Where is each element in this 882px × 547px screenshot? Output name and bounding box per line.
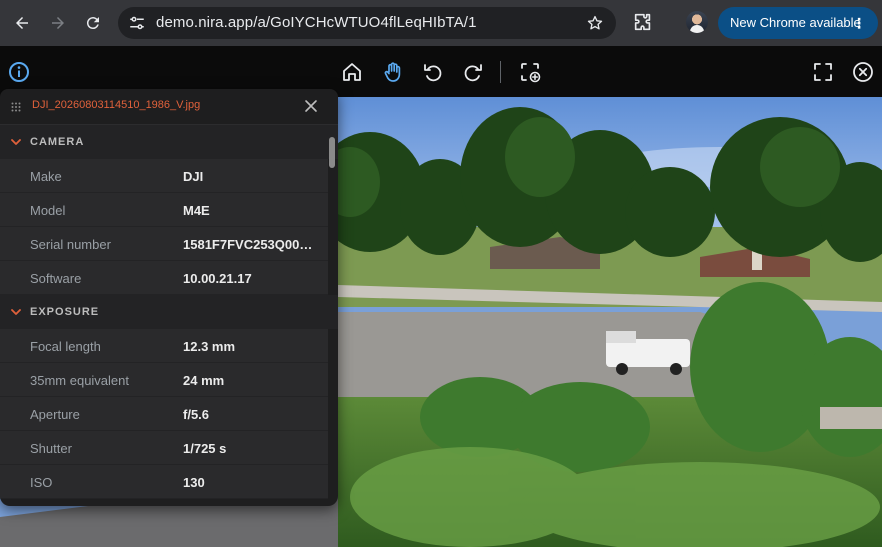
home-button[interactable] — [338, 58, 366, 86]
arrow-left-icon — [16, 17, 28, 29]
puzzle-icon[interactable] — [632, 11, 654, 33]
home-icon — [343, 63, 361, 81]
chevron-down-icon — [11, 309, 21, 315]
panel-scrollbar[interactable] — [329, 137, 335, 168]
close-circle-icon — [853, 62, 873, 82]
panel-header: DJI_20260803114510_1986_V.jpg — [0, 89, 338, 125]
info-key: 35mm equivalent — [30, 373, 129, 388]
back-button[interactable] — [8, 9, 36, 37]
info-row-make: Make DJI — [0, 159, 328, 193]
add-frame-button[interactable] — [516, 58, 544, 86]
new-chrome-label: New Chrome available — [730, 15, 861, 30]
info-icon — [9, 62, 29, 82]
arrow-right-icon — [52, 17, 64, 29]
pan-tool-button[interactable] — [379, 58, 407, 86]
redo-icon — [464, 64, 482, 82]
info-key: Shutter — [30, 441, 72, 456]
info-row-model: Model M4E — [0, 193, 328, 227]
fullscreen-icon — [814, 63, 832, 81]
info-row-serial-number: Serial number 1581F7FVC253Q00D... — [0, 227, 328, 261]
chevron-down-icon — [11, 139, 21, 145]
info-row-35mm-equivalent: 35mm equivalent 24 mm — [0, 363, 328, 397]
panel-scroll-area[interactable]: CAMERA Make DJI Model M4E Serial number 158… — [0, 125, 338, 506]
reload-button[interactable] — [79, 9, 107, 37]
info-row-focal-length: Focal length 12.3 mm — [0, 329, 328, 363]
info-key: ISO — [30, 475, 53, 490]
add-frame-icon — [521, 63, 541, 83]
info-row-iso: ISO 130 — [0, 465, 328, 499]
info-key: Focal length — [30, 339, 101, 354]
browser-toolbar: demo.nira.app/a/GoIYCHcWTUO4flLeqHIbTA/1… — [0, 0, 882, 46]
url-text[interactable]: demo.nira.app/a/GoIYCHcWTUO4flLeqHIbTA/1 — [156, 14, 477, 31]
undo-button[interactable] — [419, 58, 447, 86]
section-title: EXPOSURE — [30, 306, 100, 318]
section-camera-header[interactable]: CAMERA — [0, 125, 338, 159]
info-value: 130 — [183, 475, 205, 490]
close-icon[interactable] — [303, 98, 319, 114]
info-key: Software — [30, 271, 82, 286]
image-info-panel: DJI_20260803114510_1986_V.jpg CAMERA Mak… — [0, 89, 338, 506]
info-value: f/5.6 — [183, 407, 210, 422]
info-key: Aperture — [30, 407, 80, 422]
kebab-menu-icon[interactable]: ⋮ — [852, 7, 866, 39]
info-key: Serial number — [30, 237, 111, 252]
info-row-software: Software 10.00.21.17 — [0, 261, 328, 295]
info-value: 10.00.21.17 — [183, 271, 252, 286]
info-value: 1/725 s — [183, 441, 227, 456]
toolbar-divider — [500, 61, 501, 83]
info-value: M4E — [183, 203, 210, 218]
new-chrome-available-button[interactable]: New Chrome available ⋮ — [718, 7, 878, 39]
address-bar[interactable]: demo.nira.app/a/GoIYCHcWTUO4flLeqHIbTA/1 — [118, 7, 616, 39]
forward-button[interactable] — [44, 9, 72, 37]
info-key: Model — [30, 203, 66, 218]
fullscreen-button[interactable] — [809, 58, 837, 86]
reload-icon — [86, 17, 99, 30]
section-title: CAMERA — [30, 136, 85, 148]
tune-icon[interactable] — [128, 14, 146, 32]
info-value: 24 mm — [183, 373, 225, 388]
drag-handle-icon[interactable] — [11, 102, 21, 112]
info-row-aperture: Aperture f/5.6 — [0, 397, 328, 431]
info-button[interactable] — [5, 58, 33, 86]
undo-icon — [424, 64, 442, 82]
info-value: 1581F7FVC253Q00D... — [183, 237, 319, 252]
file-name: DJI_20260803114510_1986_V.jpg — [32, 99, 201, 111]
profile-avatar[interactable] — [686, 11, 708, 33]
info-key: Make — [30, 169, 62, 184]
info-row-shutter: Shutter 1/725 s — [0, 431, 328, 465]
info-value: DJI — [183, 169, 204, 184]
close-viewer-button[interactable] — [849, 58, 877, 86]
redo-button[interactable] — [459, 58, 487, 86]
section-exposure-header[interactable]: EXPOSURE — [0, 295, 338, 329]
info-value: 12.3 mm — [183, 339, 236, 354]
star-icon[interactable] — [586, 14, 604, 32]
hand-icon — [384, 62, 401, 82]
